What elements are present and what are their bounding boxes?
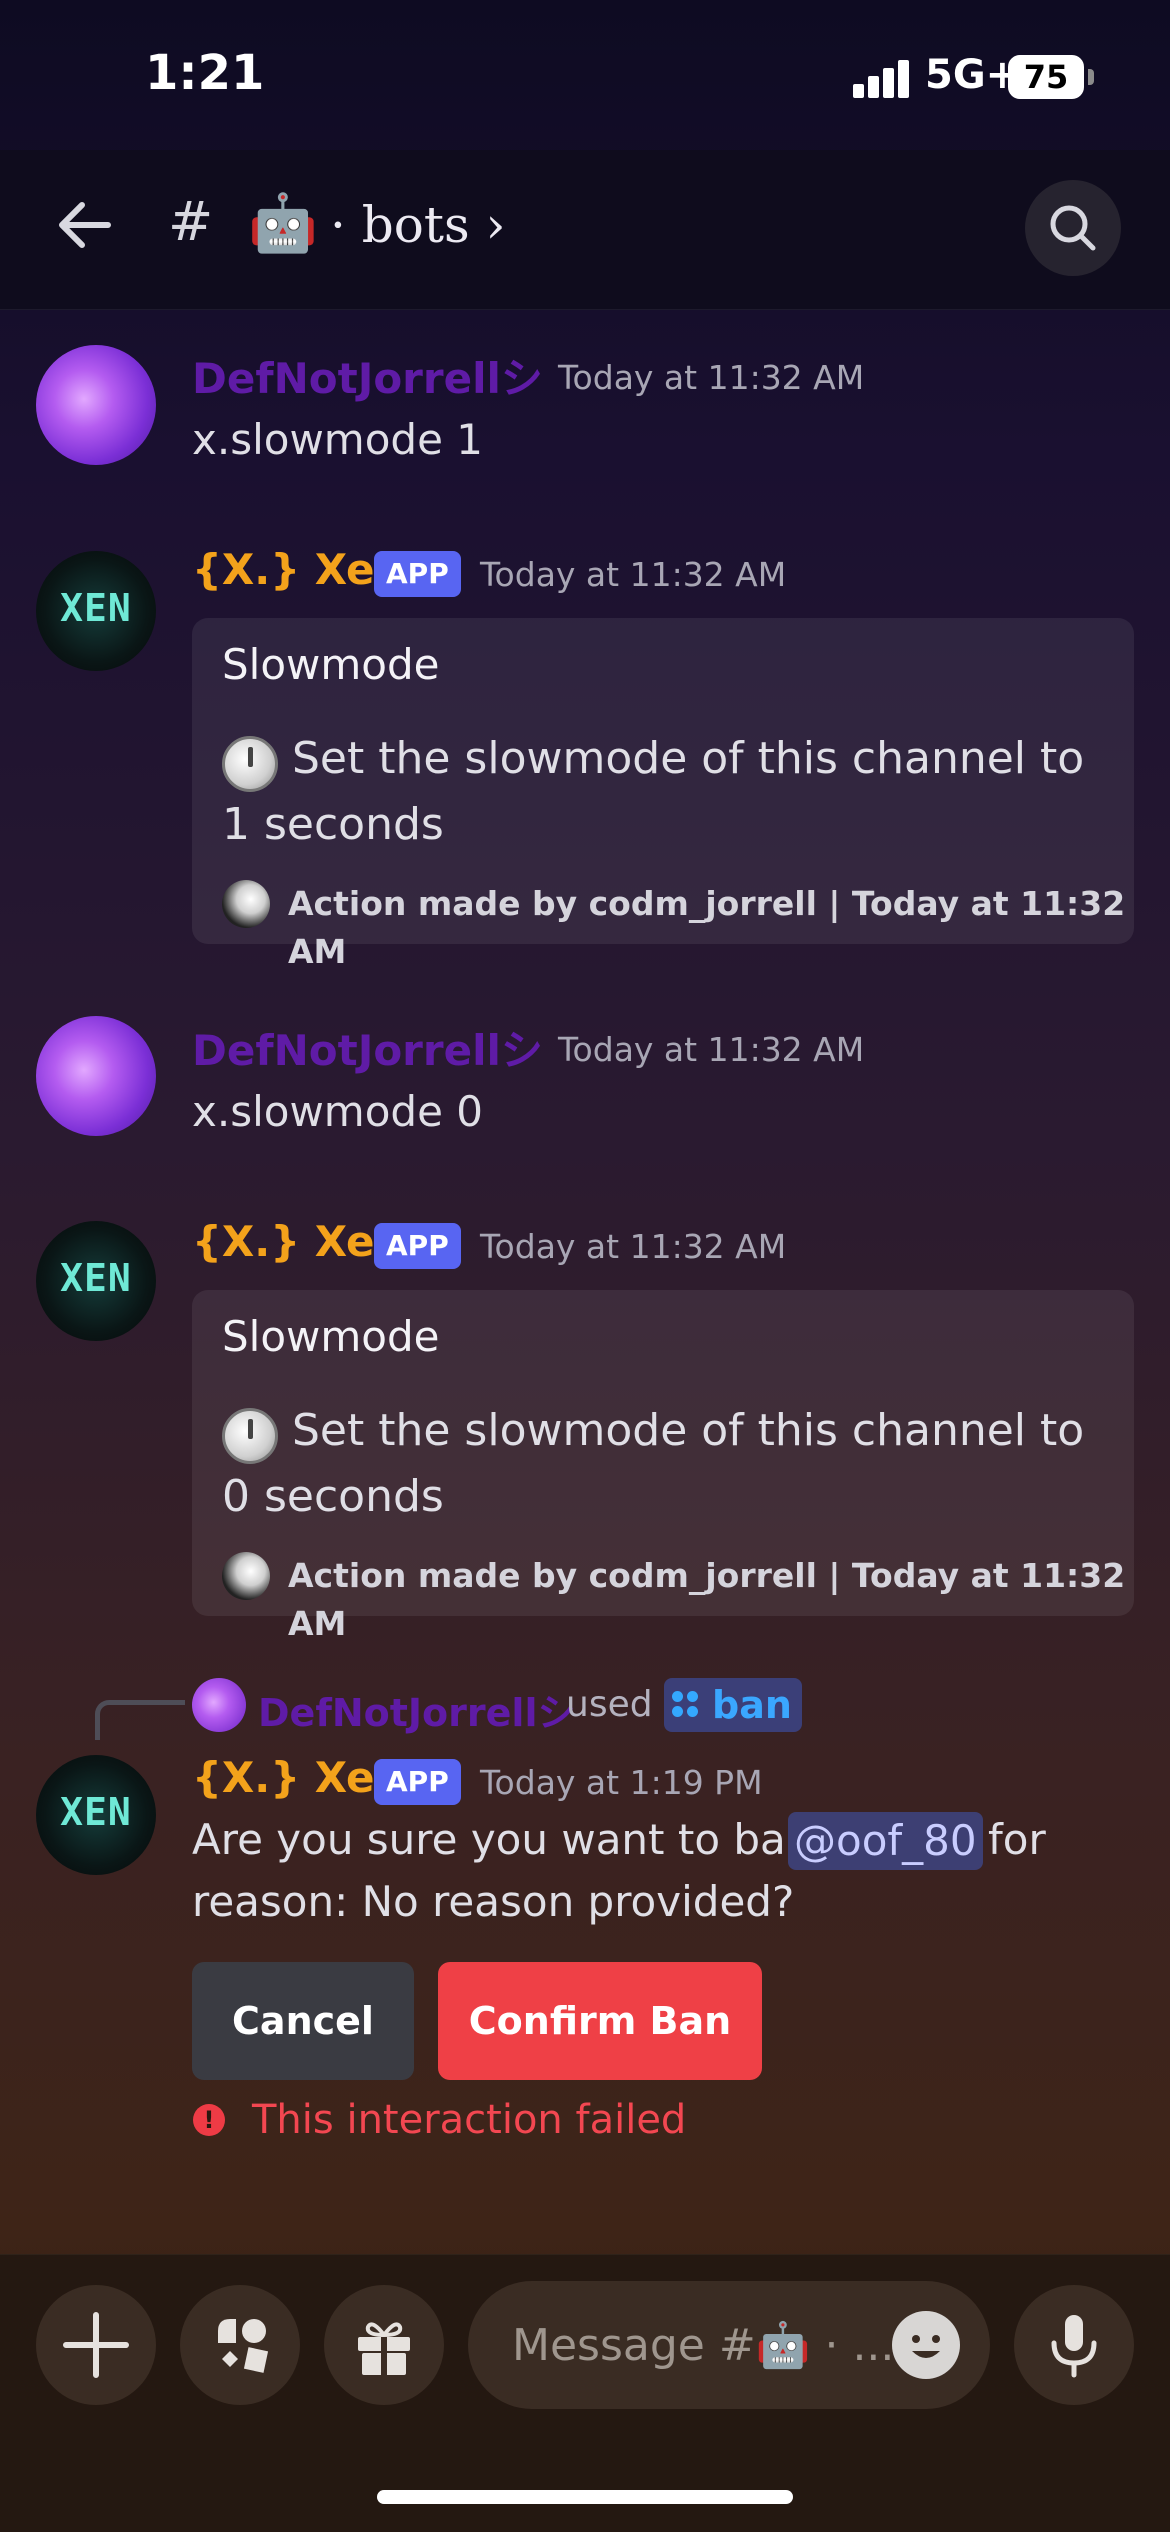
channel-name[interactable]: · bots › bbox=[330, 196, 506, 254]
back-button[interactable] bbox=[50, 190, 120, 260]
error-icon: ! bbox=[193, 2104, 225, 2136]
timestamp: Today at 11:32 AM bbox=[558, 1030, 865, 1069]
author-name[interactable]: {X.} Xen bbox=[192, 1753, 404, 1802]
message-placeholder: Message #🤖 · ... bbox=[512, 2320, 895, 2371]
search-icon bbox=[1050, 205, 1096, 251]
network-type: 5G+ bbox=[925, 52, 1020, 98]
app-badge: APP bbox=[374, 551, 461, 597]
apps-button[interactable] bbox=[180, 2285, 300, 2405]
footer-avatar bbox=[222, 1552, 270, 1600]
slash-command-pill[interactable]: ban bbox=[664, 1678, 802, 1732]
avatar[interactable]: XEN bbox=[36, 551, 156, 671]
author-name[interactable]: DefNotJorrellシ bbox=[192, 1017, 543, 1078]
emoji-button[interactable] bbox=[892, 2311, 960, 2379]
avatar[interactable] bbox=[36, 345, 156, 465]
message-input[interactable]: Message #🤖 · ... bbox=[468, 2281, 990, 2409]
signal-icon bbox=[853, 58, 913, 98]
status-bar: 1:21 5G+ 75 bbox=[0, 0, 1170, 150]
battery-tip bbox=[1088, 69, 1094, 85]
user-mention[interactable]: @oof_80 bbox=[788, 1812, 983, 1870]
microphone-icon bbox=[1051, 2315, 1097, 2378]
avatar[interactable] bbox=[36, 1016, 156, 1136]
embed-title: Slowmode bbox=[222, 1312, 440, 1361]
channel-emoji: 🤖 bbox=[248, 191, 318, 256]
footer-avatar bbox=[222, 880, 270, 928]
reply-avatar[interactable] bbox=[192, 1678, 246, 1732]
back-arrow-icon bbox=[59, 202, 111, 248]
embed-footer: Action made by codm_jorrell | Today at 1… bbox=[288, 1556, 1126, 1643]
timestamp: Today at 1:19 PM bbox=[480, 1763, 763, 1802]
embed: Slowmode Set the slowmode of this channe… bbox=[192, 1290, 1134, 1643]
clock: 1:21 bbox=[145, 45, 265, 101]
plus-icon bbox=[63, 2312, 129, 2378]
message-text: x.slowmode 1 bbox=[192, 415, 483, 464]
message-text: x.slowmode 0 bbox=[192, 1087, 483, 1136]
embed-title: Slowmode bbox=[222, 640, 440, 689]
reply-connector bbox=[95, 1700, 185, 1740]
cancel-button[interactable]: Cancel bbox=[192, 1962, 414, 2080]
gift-button[interactable] bbox=[324, 2285, 444, 2405]
avatar[interactable]: XEN bbox=[36, 1755, 156, 1875]
reply-author[interactable]: DefNotJorrellシ bbox=[258, 1682, 575, 1737]
avatar[interactable]: XEN bbox=[36, 1221, 156, 1341]
app-badge: APP bbox=[374, 1223, 461, 1269]
author-name[interactable]: DefNotJorrellシ bbox=[192, 345, 543, 406]
channel-hash-icon: # bbox=[168, 190, 214, 253]
search-button[interactable] bbox=[1025, 180, 1121, 276]
apps-icon bbox=[218, 2319, 269, 2373]
message-text-line2: reason: No reason provided? bbox=[192, 1877, 795, 1926]
embed: Slowmode Set the slowmode of this channe… bbox=[192, 618, 1134, 971]
message-text: Are you sure you want to ban bbox=[192, 1815, 813, 1864]
emoji-icon bbox=[912, 2335, 940, 2358]
voice-message-button[interactable] bbox=[1014, 2285, 1134, 2405]
app-badge: APP bbox=[374, 1759, 461, 1805]
channel-header: # 🤖 · bots › bbox=[0, 150, 1170, 310]
slash-command-icon bbox=[672, 1691, 702, 1721]
author-name[interactable]: {X.} Xen bbox=[192, 545, 404, 594]
message-text-continued: for bbox=[988, 1815, 1046, 1864]
timestamp: Today at 11:32 AM bbox=[558, 358, 865, 397]
gift-icon bbox=[358, 2322, 410, 2375]
timestamp: Today at 11:32 AM bbox=[480, 1227, 787, 1266]
confirm-ban-button[interactable]: Confirm Ban bbox=[438, 1962, 762, 2080]
author-name[interactable]: {X.} Xen bbox=[192, 1217, 404, 1266]
battery-icon: 75 bbox=[1008, 55, 1084, 99]
embed-description: Set the slowmode of this channel to 0 se… bbox=[222, 1405, 1085, 1522]
interaction-error: This interaction failed bbox=[252, 2097, 687, 2143]
add-attachment-button[interactable] bbox=[36, 2285, 156, 2405]
timestamp: Today at 11:32 AM bbox=[480, 555, 787, 594]
reply-used-label: used bbox=[566, 1684, 653, 1725]
battery-level: 75 bbox=[1023, 58, 1069, 96]
home-indicator[interactable] bbox=[377, 2490, 793, 2504]
embed-footer: Action made by codm_jorrell | Today at 1… bbox=[288, 884, 1126, 971]
embed-description: Set the slowmode of this channel to 1 se… bbox=[222, 733, 1085, 850]
slash-command-name: ban bbox=[712, 1683, 792, 1727]
